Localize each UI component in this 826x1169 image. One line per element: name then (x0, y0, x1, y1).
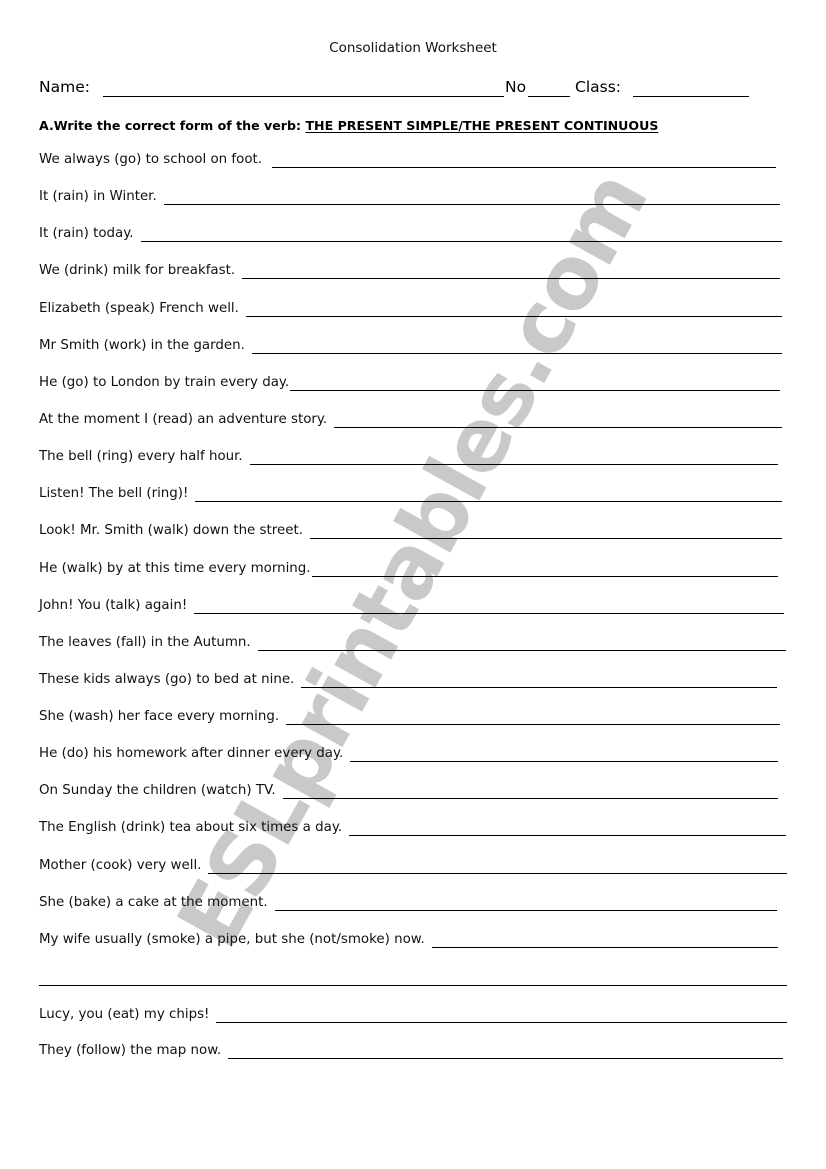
exercise-item: Elizabeth (speak) French well. (39, 301, 782, 321)
exercise-prompt: My wife usually (smoke) a pipe, but she … (39, 932, 425, 947)
exercise-item: He (go) to London by train every day. (39, 375, 780, 395)
exercise-item: Listen! The bell (ring)! (39, 486, 782, 506)
exercise-item: They (follow) the map now. (39, 1043, 783, 1063)
answer-line[interactable] (272, 167, 776, 168)
exercise-item: John! You (talk) again! (39, 598, 784, 618)
exercise-prompt: The leaves (fall) in the Autumn. (39, 635, 251, 650)
exercise-prompt: Elizabeth (speak) French well. (39, 301, 239, 316)
exercise-prompt: It (rain) in Winter. (39, 189, 157, 204)
exercise-item: The leaves (fall) in the Autumn. (39, 635, 786, 655)
exercise-item: Mr Smith (work) in the garden. (39, 338, 782, 358)
exercise-prompt: Mother (cook) very well. (39, 858, 202, 873)
student-info-row: Name: No Class: (39, 78, 759, 100)
exercise-prompt: The English (drink) tea about six times … (39, 820, 343, 835)
section-a-heading: A.Write the correct form of the verb: TH… (39, 118, 658, 133)
answer-line[interactable] (301, 687, 777, 688)
exercise-prompt: These kids always (go) to bed at nine. (39, 672, 295, 687)
answer-line[interactable] (208, 873, 787, 874)
class-label: Class: (575, 78, 622, 96)
exercise-prompt: They (follow) the map now. (39, 1043, 222, 1058)
answer-line[interactable] (349, 835, 786, 836)
name-field[interactable] (103, 96, 504, 97)
answer-line[interactable] (283, 798, 778, 799)
exercise-item: These kids always (go) to bed at nine. (39, 672, 777, 692)
answer-line[interactable] (242, 278, 780, 279)
exercise-item: The English (drink) tea about six times … (39, 820, 786, 840)
name-label: Name: (39, 78, 90, 96)
answer-line[interactable] (258, 650, 786, 651)
exercise-item: Look! Mr. Smith (walk) down the street. (39, 523, 782, 543)
exercise-item: On Sunday the children (watch) TV. (39, 783, 778, 803)
answer-line[interactable] (334, 427, 782, 428)
exercise-item: Mother (cook) very well. (39, 858, 787, 878)
exercise-prompt: It (rain) today. (39, 226, 134, 241)
exercise-item: It (rain) today. (39, 226, 782, 246)
section-a-instruction: A.Write the correct form of the verb: (39, 118, 306, 133)
exercise-prompt: John! You (talk) again! (39, 598, 188, 613)
class-field[interactable] (633, 96, 749, 97)
answer-line[interactable] (286, 724, 780, 725)
exercise-prompt: He (do) his homework after dinner every … (39, 746, 344, 761)
answer-line[interactable] (350, 761, 778, 762)
answer-line[interactable] (195, 501, 782, 502)
exercise-item: She (wash) her face every morning. (39, 709, 780, 729)
exercise-item: It (rain) in Winter. (39, 189, 780, 209)
exercise-item: Lucy, you (eat) my chips! (39, 1007, 787, 1027)
exercise-prompt: Mr Smith (work) in the garden. (39, 338, 245, 353)
answer-line[interactable] (164, 204, 780, 205)
answer-line[interactable] (228, 1058, 783, 1059)
exercise-item: At the moment I (read) an adventure stor… (39, 412, 782, 432)
number-field[interactable] (528, 96, 570, 97)
answer-line[interactable] (250, 464, 778, 465)
exercise-item: The bell (ring) every half hour. (39, 449, 778, 469)
exercise-item: He (do) his homework after dinner every … (39, 746, 778, 766)
answer-line[interactable] (216, 1022, 787, 1023)
exercise-prompt: Look! Mr. Smith (walk) down the street. (39, 523, 303, 538)
exercise-prompt: On Sunday the children (watch) TV. (39, 783, 276, 798)
exercise-item: He (walk) by at this time every morning. (39, 561, 778, 581)
exercise-prompt: We (drink) milk for breakfast. (39, 263, 236, 278)
answer-line[interactable] (310, 538, 782, 539)
answer-line[interactable] (246, 316, 782, 317)
answer-line[interactable] (275, 910, 777, 911)
exercise-prompt: She (bake) a cake at the moment. (39, 895, 268, 910)
exercise-prompt: At the moment I (read) an adventure stor… (39, 412, 328, 427)
exercise-item: My wife usually (smoke) a pipe, but she … (39, 932, 778, 952)
exercise-item: We always (go) to school on foot. (39, 152, 776, 172)
exercise-prompt: He (go) to London by train every day. (39, 375, 290, 390)
exercise-item: She (bake) a cake at the moment. (39, 895, 777, 915)
number-label: No (505, 78, 527, 96)
worksheet-page: ESLprintables.com Consolidation Workshee… (0, 0, 826, 1169)
exercise-prompt: Lucy, you (eat) my chips! (39, 1007, 210, 1022)
exercise-prompt: She (wash) her face every morning. (39, 709, 280, 724)
document-title: Consolidation Worksheet (329, 40, 497, 56)
answer-line[interactable] (252, 353, 782, 354)
exercise-prompt: We always (go) to school on foot. (39, 152, 263, 167)
exercise-prompt: He (walk) by at this time every morning. (39, 561, 311, 576)
exercise-prompt: The bell (ring) every half hour. (39, 449, 243, 464)
exercise-item: We (drink) milk for breakfast. (39, 263, 780, 283)
answer-line[interactable] (141, 241, 782, 242)
answer-line[interactable] (312, 576, 778, 577)
answer-line[interactable] (194, 613, 784, 614)
exercise-prompt: Listen! The bell (ring)! (39, 486, 189, 501)
answer-line-continuation[interactable] (39, 985, 787, 986)
section-a-tenses: THE PRESENT SIMPLE/THE PRESENT CONTINUOU… (305, 118, 659, 133)
answer-line[interactable] (290, 390, 780, 391)
answer-line[interactable] (432, 947, 778, 948)
